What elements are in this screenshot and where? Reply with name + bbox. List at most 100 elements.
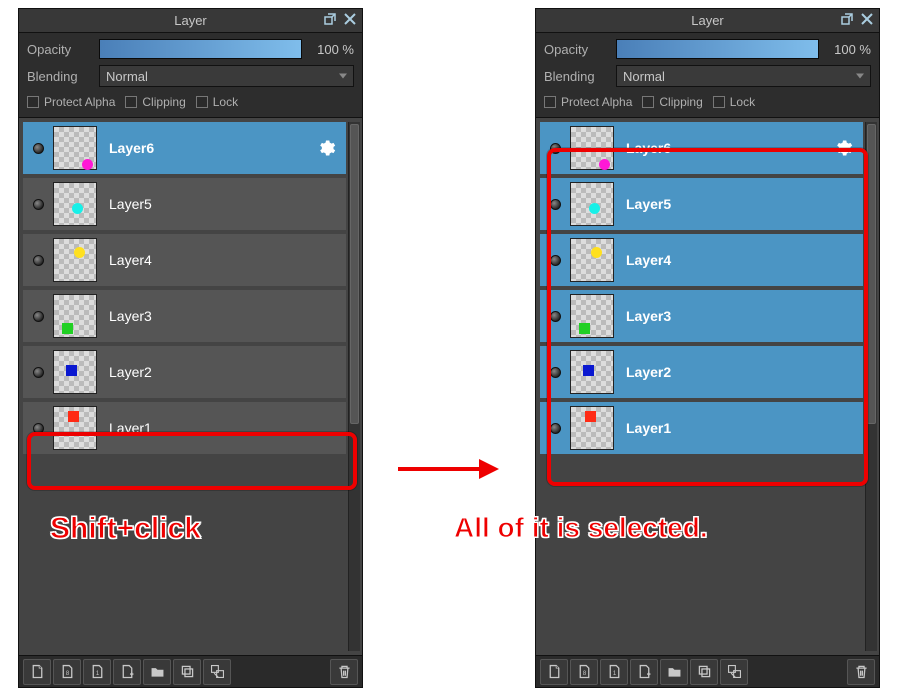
layer-name: Layer5 xyxy=(626,196,671,212)
visibility-toggle[interactable] xyxy=(546,419,564,437)
visibility-toggle[interactable] xyxy=(546,363,564,381)
opacity-label: Opacity xyxy=(544,42,608,57)
gear-icon[interactable] xyxy=(316,138,336,158)
chevron-down-icon xyxy=(339,74,347,79)
svg-text:1: 1 xyxy=(612,671,616,677)
layer-toolbar: 81 xyxy=(19,655,362,687)
delete-layer-button[interactable] xyxy=(330,659,358,685)
layer-toolbar: 81 xyxy=(536,655,879,687)
add-special-layer-button[interactable] xyxy=(113,659,141,685)
layer-thumbnail xyxy=(53,238,97,282)
blending-dropdown[interactable]: Normal xyxy=(616,65,871,87)
chevron-down-icon xyxy=(856,74,864,79)
svg-text:8: 8 xyxy=(65,671,69,677)
panel-title: Layer xyxy=(691,13,724,28)
delete-layer-button[interactable] xyxy=(847,659,875,685)
visibility-toggle[interactable] xyxy=(29,307,47,325)
arrow-icon xyxy=(394,454,504,484)
layer-name: Layer6 xyxy=(626,140,671,156)
layer-panel-before: Layer Opacity 100 % Blending Normal Prot… xyxy=(18,8,363,688)
layer-row[interactable]: Layer4 xyxy=(23,234,346,286)
layer-controls: Opacity 100 % Blending Normal Protect Al… xyxy=(536,33,879,118)
new-1bit-layer-button[interactable]: 1 xyxy=(83,659,111,685)
layer-list: Layer6 Layer5 Layer4 Layer3 xyxy=(536,118,879,655)
visibility-toggle[interactable] xyxy=(29,139,47,157)
protect-alpha-checkbox[interactable]: Protect Alpha xyxy=(544,95,632,109)
layer-name: Layer5 xyxy=(109,196,152,212)
blending-dropdown[interactable]: Normal xyxy=(99,65,354,87)
layer-thumbnail xyxy=(570,294,614,338)
layer-thumbnail xyxy=(53,406,97,450)
visibility-toggle[interactable] xyxy=(546,307,564,325)
layer-thumbnail xyxy=(570,238,614,282)
close-icon[interactable] xyxy=(342,11,358,27)
clipping-checkbox[interactable]: Clipping xyxy=(125,95,185,109)
new-1bit-layer-button[interactable]: 1 xyxy=(600,659,628,685)
opacity-slider[interactable] xyxy=(616,39,819,59)
layer-row[interactable]: Layer1 xyxy=(23,402,346,454)
duplicate-layer-button[interactable] xyxy=(690,659,718,685)
visibility-toggle[interactable] xyxy=(546,139,564,157)
duplicate-layer-button[interactable] xyxy=(173,659,201,685)
layer-row[interactable]: Layer3 xyxy=(540,290,863,342)
visibility-toggle[interactable] xyxy=(29,419,47,437)
layer-row[interactable]: Layer5 xyxy=(23,178,346,230)
new-8bit-layer-button[interactable]: 8 xyxy=(570,659,598,685)
new-layer-button[interactable] xyxy=(540,659,568,685)
layer-thumbnail xyxy=(570,406,614,450)
protect-alpha-checkbox[interactable]: Protect Alpha xyxy=(27,95,115,109)
panel-titlebar[interactable]: Layer xyxy=(19,9,362,33)
gear-icon[interactable] xyxy=(833,138,853,158)
layer-thumbnail xyxy=(53,350,97,394)
lock-checkbox[interactable]: Lock xyxy=(196,95,238,109)
layer-row[interactable]: Layer6 xyxy=(23,122,346,174)
layer-row[interactable]: Layer6 xyxy=(540,122,863,174)
layer-row[interactable]: Layer4 xyxy=(540,234,863,286)
layer-row[interactable]: Layer2 xyxy=(23,346,346,398)
popout-icon[interactable] xyxy=(322,11,338,27)
close-icon[interactable] xyxy=(859,11,875,27)
opacity-label: Opacity xyxy=(27,42,91,57)
layer-thumbnail xyxy=(570,350,614,394)
layer-row[interactable]: Layer2 xyxy=(540,346,863,398)
new-folder-button[interactable] xyxy=(143,659,171,685)
panel-titlebar[interactable]: Layer xyxy=(536,9,879,33)
visibility-toggle[interactable] xyxy=(29,251,47,269)
scrollbar[interactable] xyxy=(865,122,877,651)
blending-label: Blending xyxy=(27,69,91,84)
merge-layer-button[interactable] xyxy=(720,659,748,685)
svg-text:8: 8 xyxy=(582,671,586,677)
opacity-value: 100 % xyxy=(827,42,871,57)
layer-panel-after: Layer Opacity 100 % Blending Normal Prot… xyxy=(535,8,880,688)
new-8bit-layer-button[interactable]: 8 xyxy=(53,659,81,685)
merge-layer-button[interactable] xyxy=(203,659,231,685)
layer-row[interactable]: Layer1 xyxy=(540,402,863,454)
layer-name: Layer6 xyxy=(109,140,154,156)
popout-icon[interactable] xyxy=(839,11,855,27)
layer-name: Layer3 xyxy=(626,308,671,324)
caption-left: Shift+click xyxy=(50,512,201,546)
add-special-layer-button[interactable] xyxy=(630,659,658,685)
opacity-slider[interactable] xyxy=(99,39,302,59)
layer-name: Layer4 xyxy=(109,252,152,268)
visibility-toggle[interactable] xyxy=(29,363,47,381)
lock-checkbox[interactable]: Lock xyxy=(713,95,755,109)
visibility-toggle[interactable] xyxy=(546,195,564,213)
layer-thumbnail xyxy=(53,294,97,338)
blending-value: Normal xyxy=(106,69,148,84)
layer-thumbnail xyxy=(570,182,614,226)
layer-row[interactable]: Layer3 xyxy=(23,290,346,342)
layer-thumbnail xyxy=(570,126,614,170)
scrollbar[interactable] xyxy=(348,122,360,651)
caption-right: All of it is selected. xyxy=(454,512,708,544)
visibility-toggle[interactable] xyxy=(29,195,47,213)
clipping-checkbox[interactable]: Clipping xyxy=(642,95,702,109)
new-folder-button[interactable] xyxy=(660,659,688,685)
new-layer-button[interactable] xyxy=(23,659,51,685)
layer-name: Layer1 xyxy=(626,420,671,436)
visibility-toggle[interactable] xyxy=(546,251,564,269)
layer-name: Layer3 xyxy=(109,308,152,324)
layer-thumbnail xyxy=(53,182,97,226)
opacity-value: 100 % xyxy=(310,42,354,57)
layer-row[interactable]: Layer5 xyxy=(540,178,863,230)
